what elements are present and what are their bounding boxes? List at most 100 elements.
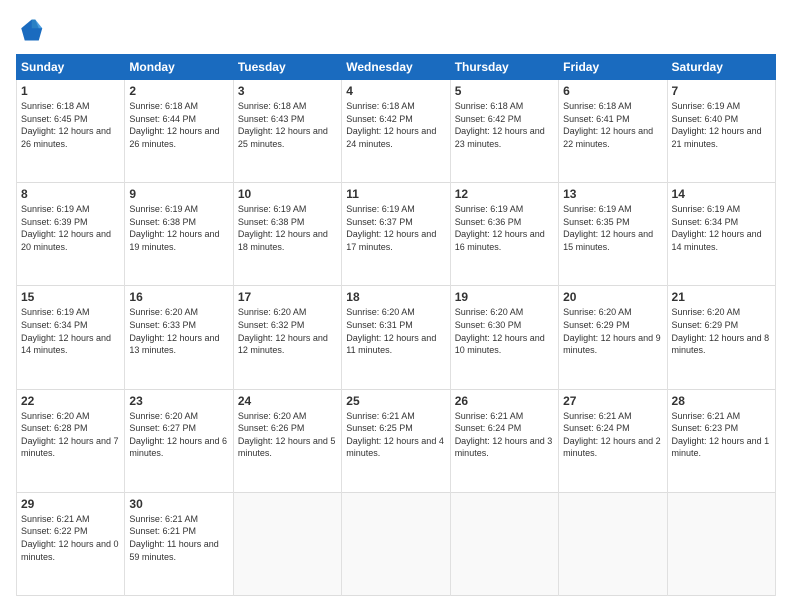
day-info: Sunrise: 6:19 AMSunset: 6:36 PMDaylight:… [455,204,545,252]
calendar-cell [342,492,450,595]
day-number: 2 [129,84,228,98]
day-info: Sunrise: 6:20 AMSunset: 6:26 PMDaylight:… [238,411,336,459]
day-number: 13 [563,187,662,201]
day-info: Sunrise: 6:21 AMSunset: 6:24 PMDaylight:… [563,411,661,459]
day-number: 1 [21,84,120,98]
day-info: Sunrise: 6:19 AMSunset: 6:38 PMDaylight:… [129,204,219,252]
day-number: 14 [672,187,771,201]
day-number: 17 [238,290,337,304]
weekday-header: Friday [559,55,667,80]
calendar-cell [667,492,775,595]
day-number: 28 [672,394,771,408]
calendar-cell: 12 Sunrise: 6:19 AMSunset: 6:36 PMDaylig… [450,183,558,286]
day-info: Sunrise: 6:21 AMSunset: 6:25 PMDaylight:… [346,411,444,459]
day-info: Sunrise: 6:21 AMSunset: 6:24 PMDaylight:… [455,411,553,459]
calendar-cell: 7 Sunrise: 6:19 AMSunset: 6:40 PMDayligh… [667,80,775,183]
calendar-cell [559,492,667,595]
calendar-cell: 30 Sunrise: 6:21 AMSunset: 6:21 PMDaylig… [125,492,233,595]
day-number: 24 [238,394,337,408]
day-info: Sunrise: 6:20 AMSunset: 6:30 PMDaylight:… [455,307,545,355]
day-number: 20 [563,290,662,304]
calendar-cell: 22 Sunrise: 6:20 AMSunset: 6:28 PMDaylig… [17,389,125,492]
calendar-week-row: 22 Sunrise: 6:20 AMSunset: 6:28 PMDaylig… [17,389,776,492]
calendar-cell: 5 Sunrise: 6:18 AMSunset: 6:42 PMDayligh… [450,80,558,183]
calendar-cell: 1 Sunrise: 6:18 AMSunset: 6:45 PMDayligh… [17,80,125,183]
day-info: Sunrise: 6:18 AMSunset: 6:45 PMDaylight:… [21,101,111,149]
calendar-cell: 9 Sunrise: 6:19 AMSunset: 6:38 PMDayligh… [125,183,233,286]
calendar-week-row: 8 Sunrise: 6:19 AMSunset: 6:39 PMDayligh… [17,183,776,286]
calendar-cell: 26 Sunrise: 6:21 AMSunset: 6:24 PMDaylig… [450,389,558,492]
day-number: 11 [346,187,445,201]
calendar-cell: 17 Sunrise: 6:20 AMSunset: 6:32 PMDaylig… [233,286,341,389]
day-number: 9 [129,187,228,201]
calendar-cell: 19 Sunrise: 6:20 AMSunset: 6:30 PMDaylig… [450,286,558,389]
day-number: 30 [129,497,228,511]
day-info: Sunrise: 6:19 AMSunset: 6:37 PMDaylight:… [346,204,436,252]
day-info: Sunrise: 6:20 AMSunset: 6:29 PMDaylight:… [563,307,661,355]
calendar-week-row: 29 Sunrise: 6:21 AMSunset: 6:22 PMDaylig… [17,492,776,595]
calendar-week-row: 15 Sunrise: 6:19 AMSunset: 6:34 PMDaylig… [17,286,776,389]
day-number: 10 [238,187,337,201]
calendar-cell: 25 Sunrise: 6:21 AMSunset: 6:25 PMDaylig… [342,389,450,492]
day-number: 7 [672,84,771,98]
logo [16,16,48,44]
day-info: Sunrise: 6:19 AMSunset: 6:39 PMDaylight:… [21,204,111,252]
page: SundayMondayTuesdayWednesdayThursdayFrid… [0,0,792,612]
day-number: 23 [129,394,228,408]
calendar-cell [450,492,558,595]
day-number: 25 [346,394,445,408]
day-info: Sunrise: 6:20 AMSunset: 6:27 PMDaylight:… [129,411,227,459]
day-number: 5 [455,84,554,98]
weekday-header: Monday [125,55,233,80]
calendar-cell: 28 Sunrise: 6:21 AMSunset: 6:23 PMDaylig… [667,389,775,492]
weekday-header: Tuesday [233,55,341,80]
calendar-cell: 2 Sunrise: 6:18 AMSunset: 6:44 PMDayligh… [125,80,233,183]
day-number: 16 [129,290,228,304]
day-info: Sunrise: 6:20 AMSunset: 6:33 PMDaylight:… [129,307,219,355]
calendar-cell: 20 Sunrise: 6:20 AMSunset: 6:29 PMDaylig… [559,286,667,389]
calendar-cell: 27 Sunrise: 6:21 AMSunset: 6:24 PMDaylig… [559,389,667,492]
weekday-header: Sunday [17,55,125,80]
day-number: 19 [455,290,554,304]
logo-icon [16,16,44,44]
day-info: Sunrise: 6:19 AMSunset: 6:34 PMDaylight:… [672,204,762,252]
day-number: 29 [21,497,120,511]
day-info: Sunrise: 6:21 AMSunset: 6:21 PMDaylight:… [129,514,218,562]
day-info: Sunrise: 6:20 AMSunset: 6:29 PMDaylight:… [672,307,770,355]
calendar-cell: 11 Sunrise: 6:19 AMSunset: 6:37 PMDaylig… [342,183,450,286]
calendar-cell: 8 Sunrise: 6:19 AMSunset: 6:39 PMDayligh… [17,183,125,286]
day-number: 3 [238,84,337,98]
day-number: 27 [563,394,662,408]
day-info: Sunrise: 6:18 AMSunset: 6:42 PMDaylight:… [455,101,545,149]
header-row: SundayMondayTuesdayWednesdayThursdayFrid… [17,55,776,80]
day-info: Sunrise: 6:19 AMSunset: 6:38 PMDaylight:… [238,204,328,252]
calendar-cell: 14 Sunrise: 6:19 AMSunset: 6:34 PMDaylig… [667,183,775,286]
day-info: Sunrise: 6:19 AMSunset: 6:34 PMDaylight:… [21,307,111,355]
calendar-cell: 29 Sunrise: 6:21 AMSunset: 6:22 PMDaylig… [17,492,125,595]
day-info: Sunrise: 6:18 AMSunset: 6:42 PMDaylight:… [346,101,436,149]
calendar-cell: 10 Sunrise: 6:19 AMSunset: 6:38 PMDaylig… [233,183,341,286]
day-number: 22 [21,394,120,408]
calendar-cell: 6 Sunrise: 6:18 AMSunset: 6:41 PMDayligh… [559,80,667,183]
calendar-table: SundayMondayTuesdayWednesdayThursdayFrid… [16,54,776,596]
day-number: 15 [21,290,120,304]
day-info: Sunrise: 6:21 AMSunset: 6:23 PMDaylight:… [672,411,770,459]
calendar-cell: 15 Sunrise: 6:19 AMSunset: 6:34 PMDaylig… [17,286,125,389]
header [16,16,776,44]
day-info: Sunrise: 6:21 AMSunset: 6:22 PMDaylight:… [21,514,119,562]
calendar-cell [233,492,341,595]
day-info: Sunrise: 6:18 AMSunset: 6:41 PMDaylight:… [563,101,653,149]
day-number: 26 [455,394,554,408]
day-info: Sunrise: 6:20 AMSunset: 6:28 PMDaylight:… [21,411,119,459]
day-number: 21 [672,290,771,304]
calendar-body: 1 Sunrise: 6:18 AMSunset: 6:45 PMDayligh… [17,80,776,596]
calendar-cell: 24 Sunrise: 6:20 AMSunset: 6:26 PMDaylig… [233,389,341,492]
day-info: Sunrise: 6:18 AMSunset: 6:43 PMDaylight:… [238,101,328,149]
calendar-cell: 3 Sunrise: 6:18 AMSunset: 6:43 PMDayligh… [233,80,341,183]
day-info: Sunrise: 6:19 AMSunset: 6:40 PMDaylight:… [672,101,762,149]
day-number: 6 [563,84,662,98]
calendar-week-row: 1 Sunrise: 6:18 AMSunset: 6:45 PMDayligh… [17,80,776,183]
day-number: 18 [346,290,445,304]
day-number: 4 [346,84,445,98]
calendar-header: SundayMondayTuesdayWednesdayThursdayFrid… [17,55,776,80]
